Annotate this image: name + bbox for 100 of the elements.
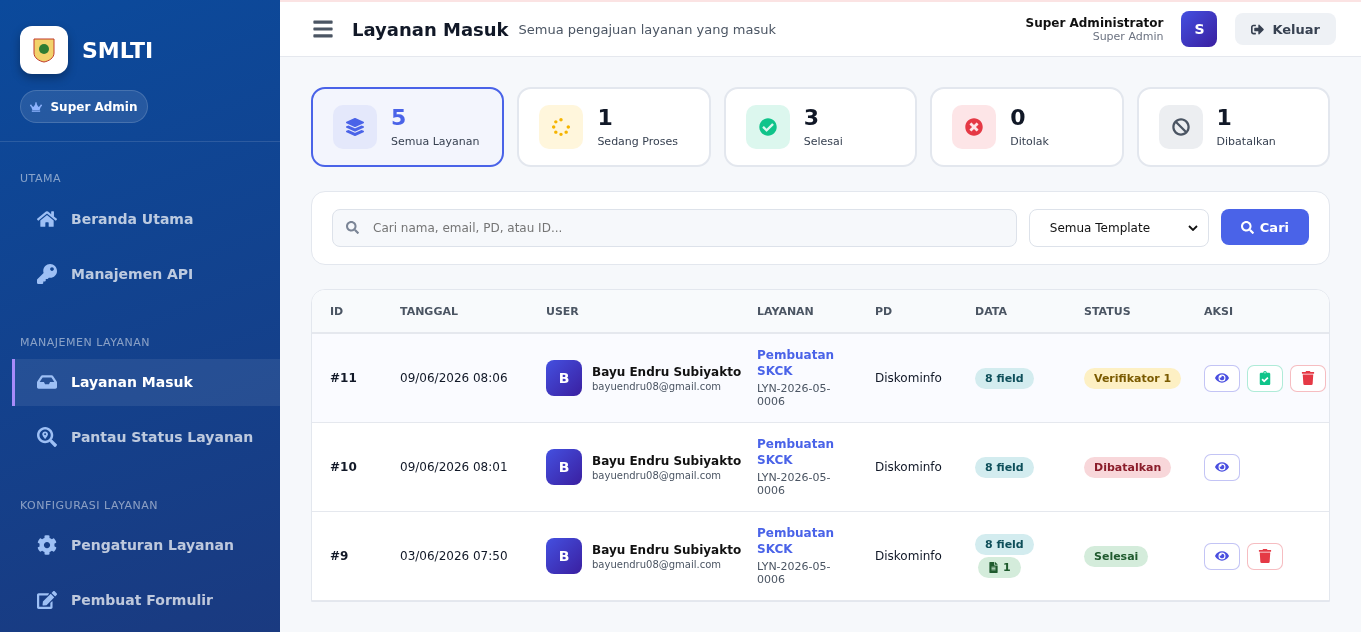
eye-icon (1215, 371, 1229, 385)
user-name: Bayu Endru Subiyakto (592, 364, 742, 379)
status-badge: Verifikator 1 (1084, 368, 1182, 389)
layers-icon (333, 105, 377, 149)
search-button[interactable]: Cari (1220, 209, 1309, 245)
column-header: STATUS (1084, 304, 1132, 318)
section-title: MANAJEMEN LAYANAN (19, 334, 152, 351)
field-count-badge: 8 field (975, 367, 1034, 389)
eye-icon (1215, 460, 1229, 474)
view-button[interactable] (1204, 364, 1240, 392)
stat-label: Selesai (803, 134, 843, 148)
stat-card[interactable]: 1 Sedang Proses (517, 87, 711, 167)
stat-value: 3 (803, 106, 821, 129)
user-name: Bayu Endru Subiyakto (592, 542, 742, 557)
user-avatar: B (546, 360, 582, 396)
stat-label: Semua Layanan (391, 134, 480, 148)
search-field[interactable]: Cari nama, email, PD, atau ID... (332, 209, 1017, 247)
stat-value: 0 (1010, 106, 1027, 129)
logo-icon (20, 26, 68, 74)
user-name: Super Administrator (1025, 15, 1164, 30)
stat-card[interactable]: 3 Selesai (723, 87, 918, 167)
field-count-badge: 8 field (975, 456, 1034, 478)
table-cell-text: 09/06/2026 08:06 (400, 371, 509, 385)
stat-value: 1 (597, 106, 614, 129)
menu-icon[interactable] (312, 18, 334, 40)
user-avatar: S (1181, 11, 1218, 47)
nav-item[interactable]: Pengaturan Layanan (12, 521, 280, 569)
user-role: Super Admin (1092, 29, 1164, 43)
eye-icon (1215, 549, 1229, 563)
file-count-badge: 1 (978, 557, 1021, 578)
table-cell-text: #11 (330, 371, 358, 385)
page-subtitle: Semua pengajuan layanan yang masuk (518, 21, 777, 37)
column-header: TANGGAL (400, 304, 459, 318)
table-cell-text: 09/06/2026 08:01 (400, 460, 509, 474)
user-name: Bayu Endru Subiyakto (592, 453, 742, 468)
clipboard-check-icon (1258, 371, 1272, 385)
settings-icon (37, 535, 57, 556)
column-header: DATA (975, 304, 1008, 318)
view-button[interactable] (1204, 453, 1240, 481)
table-cell-text: #9 (330, 549, 350, 563)
nav-item[interactable]: Pembuat Formulir (12, 576, 280, 625)
key-icon (37, 264, 57, 285)
section-title: KONFIGURASI LAYANAN (19, 497, 159, 514)
status-badge: Dibatalkan (1084, 457, 1172, 478)
status-badge: Selesai (1084, 546, 1149, 567)
search-icon (346, 221, 359, 234)
ban-icon (1158, 105, 1203, 149)
search-icon (37, 427, 57, 448)
chevron-icon (1187, 225, 1198, 231)
stat-card[interactable]: 5 Semua Layanan (311, 87, 505, 167)
user-avatar: B (546, 538, 582, 574)
user-email: bayuendru08@gmail.com (592, 469, 722, 481)
field-count-badge: 8 field (975, 534, 1034, 555)
table-cell-text: Diskominfo (875, 371, 943, 385)
stat-card[interactable]: 1 Dibatalkan (1136, 87, 1330, 167)
column-header: AKSI (1204, 304, 1235, 318)
service-link[interactable]: Pembuatan SKCK (757, 526, 841, 558)
table-cell-text: Diskominfo (875, 460, 943, 474)
stat-label: Ditolak (1010, 134, 1049, 148)
nav-item[interactable]: Pantau Status Layanan (12, 413, 280, 461)
service-code: LYN-2026-05-0006 (757, 470, 832, 497)
column-header: LAYANAN (757, 304, 815, 318)
home-icon (37, 208, 57, 229)
trash-icon (1301, 371, 1315, 385)
logout-icon (1251, 22, 1265, 36)
stat-label: Dibatalkan (1216, 134, 1276, 148)
search-icon (1240, 220, 1254, 234)
user-email: bayuendru08@gmail.com (592, 558, 722, 570)
user-email: bayuendru08@gmail.com (592, 380, 722, 392)
view-button[interactable] (1204, 542, 1240, 570)
delete-button[interactable] (1290, 364, 1326, 392)
service-link[interactable]: Pembuatan SKCK (757, 348, 841, 380)
service-link[interactable]: Pembuatan SKCK (757, 437, 841, 469)
role-badge: Super Admin (20, 90, 148, 124)
column-header: USER (546, 304, 580, 318)
brand-name: SMLTI (82, 37, 154, 63)
delete-button[interactable] (1247, 542, 1283, 570)
edit-icon (37, 590, 57, 611)
logout-button[interactable]: Keluar (1235, 13, 1336, 45)
nav-item[interactable]: Layanan Masuk (12, 358, 280, 406)
trash-icon (1258, 549, 1272, 563)
nav-item[interactable]: Beranda Utama (12, 195, 280, 243)
spinner-icon (539, 105, 584, 149)
column-header: PD (875, 304, 894, 318)
file-icon (988, 562, 999, 573)
service-code: LYN-2026-05-0006 (757, 559, 832, 586)
column-header: ID (330, 304, 345, 318)
stat-value: 5 (391, 106, 408, 129)
service-code: LYN-2026-05-0006 (757, 381, 832, 408)
crown-icon (30, 100, 43, 113)
table-cell-text: Diskominfo (875, 549, 943, 563)
page-title: Layanan Masuk (352, 18, 509, 40)
stat-card[interactable]: 0 Ditolak (930, 87, 1124, 167)
table-cell-text: 03/06/2026 07:50 (400, 549, 509, 563)
nav-item[interactable]: Manajemen API (12, 250, 280, 298)
section-title: UTAMA (19, 171, 62, 188)
stat-value: 1 (1216, 106, 1233, 129)
user-avatar: B (546, 449, 582, 485)
table-cell-text: #10 (330, 460, 358, 474)
template-select[interactable]: Semua Template (1028, 209, 1209, 247)
